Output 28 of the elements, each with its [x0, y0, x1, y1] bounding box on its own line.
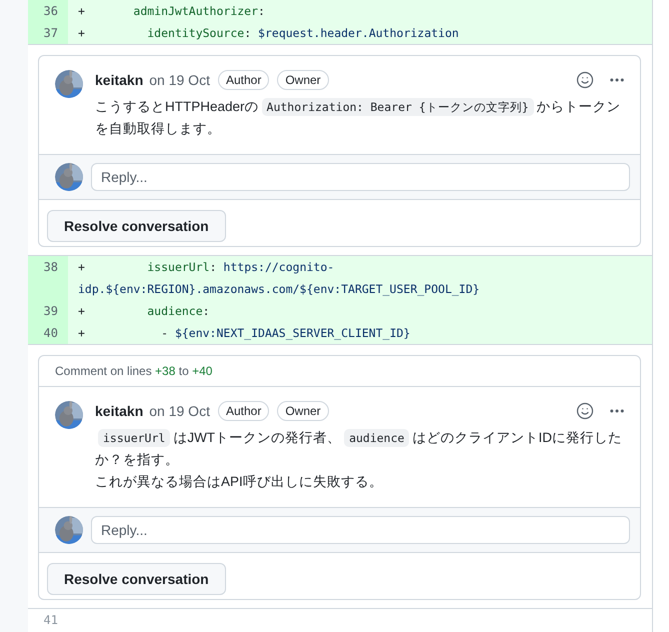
role-label: Author [218, 401, 270, 421]
author-name[interactable]: keitakn [95, 403, 144, 419]
role-label: Owner [277, 70, 329, 90]
comment-date: on 19 Oct [149, 403, 210, 419]
comment-range-text: Comment on lines +38 to +40 [39, 356, 640, 387]
line-number: 39 [28, 300, 68, 322]
code-line: + - ${env:NEXT_IDAAS_SERVER_CLIENT_ID} [77, 325, 412, 342]
code-line: + identitySource: $request.header.Authorization [77, 25, 460, 42]
comment-text: issuerUrl はJWTトークンの発行者、 audience はどのクライアントIDに発行したか？を指す。 [95, 428, 623, 469]
comment-text: これが異なる場合はAPI呼び出しに失敗する。 [95, 473, 384, 491]
emoji-icon[interactable] [576, 402, 594, 420]
line-number: 36 [28, 0, 68, 22]
line-number: 37 [28, 22, 68, 44]
code-line: + issuerUrl: https://cognito-idp.${env:REGION}.amazonaws.com/${env:TARGET_USER_POOL_ID} [77, 259, 481, 298]
resolve-button[interactable]: Resolve conversation [47, 563, 226, 595]
line-number: 40 [28, 322, 68, 344]
emoji-icon[interactable] [576, 71, 594, 89]
reply-field[interactable]: Reply... [91, 163, 630, 191]
author-name[interactable]: keitakn [95, 72, 144, 88]
reply-field[interactable]: Reply... [91, 516, 630, 544]
resolve-button[interactable]: Resolve conversation [47, 210, 226, 242]
role-label: Author [218, 70, 270, 90]
code-line: + audience: [77, 303, 211, 320]
code-line: + adminJwtAuthorizer: [77, 3, 266, 20]
role-label: Owner [277, 401, 329, 421]
comment-date: on 19 Oct [149, 72, 210, 88]
line-number: 38 [28, 256, 68, 300]
comment-text: こうするとHTTPHeaderの Authorization: Bearer {トークンの文字列} からトークンを自動取得します。 [95, 97, 622, 138]
